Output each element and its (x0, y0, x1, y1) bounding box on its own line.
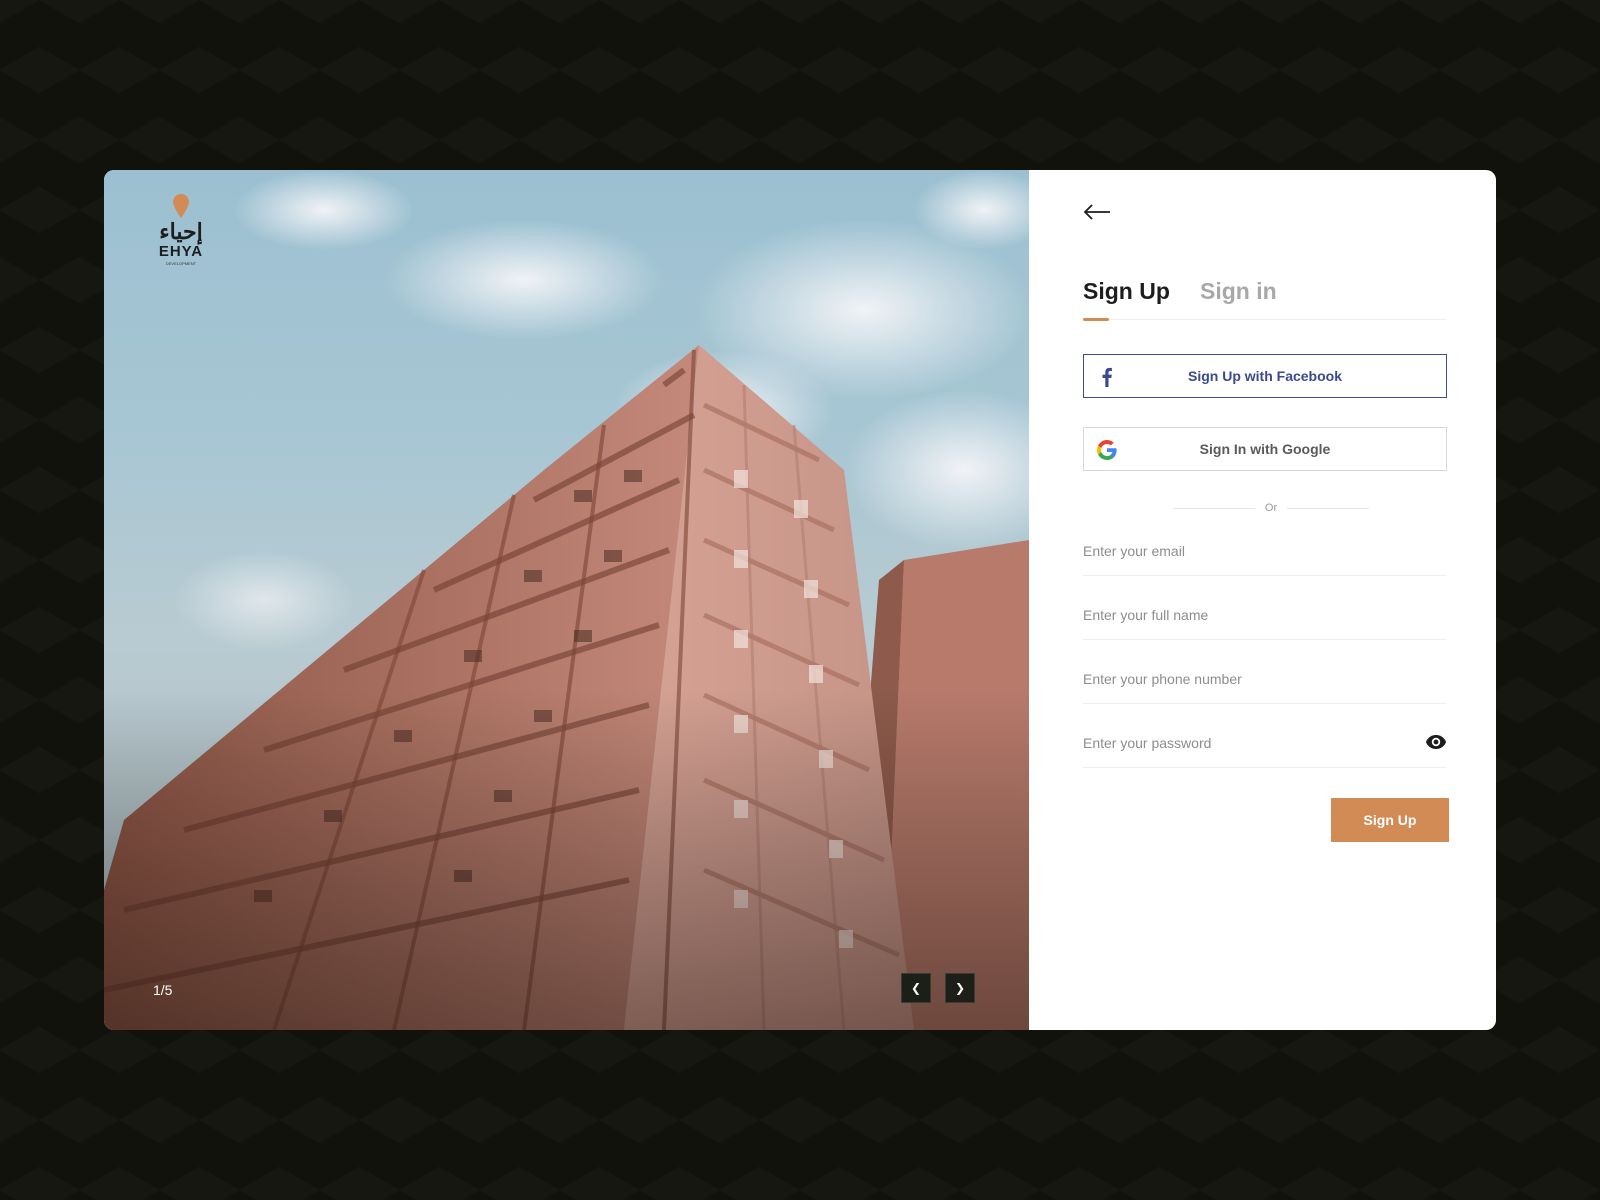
or-text: Or (1264, 502, 1278, 514)
facebook-button-label: Sign Up with Facebook (1187, 368, 1342, 384)
logo-subtitle: DEVELOPMENT (165, 261, 197, 266)
logo-arabic-text: إحياء (159, 219, 203, 245)
slide-counter: 1/5 (153, 982, 173, 998)
auth-tabs: Sign Up Sign in (1083, 278, 1447, 321)
sign-up-submit-button[interactable]: Sign Up (1331, 798, 1449, 842)
email-input[interactable] (1083, 538, 1403, 564)
password-input[interactable] (1083, 730, 1403, 756)
chevron-right-icon: ❯ (954, 981, 966, 995)
google-signin-button[interactable]: Sign In with Google (1083, 427, 1447, 471)
building-photo (104, 170, 1029, 1030)
email-field-wrapper (1083, 530, 1447, 576)
google-icon (1097, 440, 1117, 460)
auth-panel: Sign Up Sign in Sign Up with Facebook Si… (1029, 170, 1496, 1030)
phone-input[interactable] (1083, 666, 1403, 692)
active-tab-indicator (1083, 318, 1109, 321)
hero-carousel: إحياء EHYA DEVELOPMENT 1/5 ❮ ❯ (104, 170, 1029, 1030)
previous-slide-button[interactable]: ❮ (901, 973, 931, 1003)
back-arrow-icon[interactable] (1083, 202, 1111, 222)
eye-icon[interactable] (1425, 734, 1447, 750)
tab-sign-up[interactable]: Sign Up (1083, 278, 1170, 305)
ehya-logo: إحياء EHYA DEVELOPMENT (153, 194, 209, 266)
full-name-input[interactable] (1083, 602, 1403, 628)
or-divider: Or (1173, 500, 1370, 516)
divider-line-left (1173, 507, 1255, 509)
password-field-wrapper (1083, 722, 1447, 768)
location-pin-icon (173, 194, 189, 218)
tab-sign-in[interactable]: Sign in (1200, 278, 1277, 305)
facebook-icon (1102, 367, 1112, 387)
logo-latin-text: EHYA (158, 243, 204, 260)
chevron-left-icon: ❮ (910, 981, 922, 995)
divider-line-right (1287, 507, 1370, 509)
full-name-field-wrapper (1083, 594, 1447, 640)
google-button-label: Sign In with Google (1199, 441, 1331, 457)
auth-card: إحياء EHYA DEVELOPMENT 1/5 ❮ ❯ Sign Up S… (104, 170, 1496, 1030)
phone-field-wrapper (1083, 658, 1447, 704)
facebook-signup-button[interactable]: Sign Up with Facebook (1083, 354, 1447, 398)
next-slide-button[interactable]: ❯ (945, 973, 975, 1003)
